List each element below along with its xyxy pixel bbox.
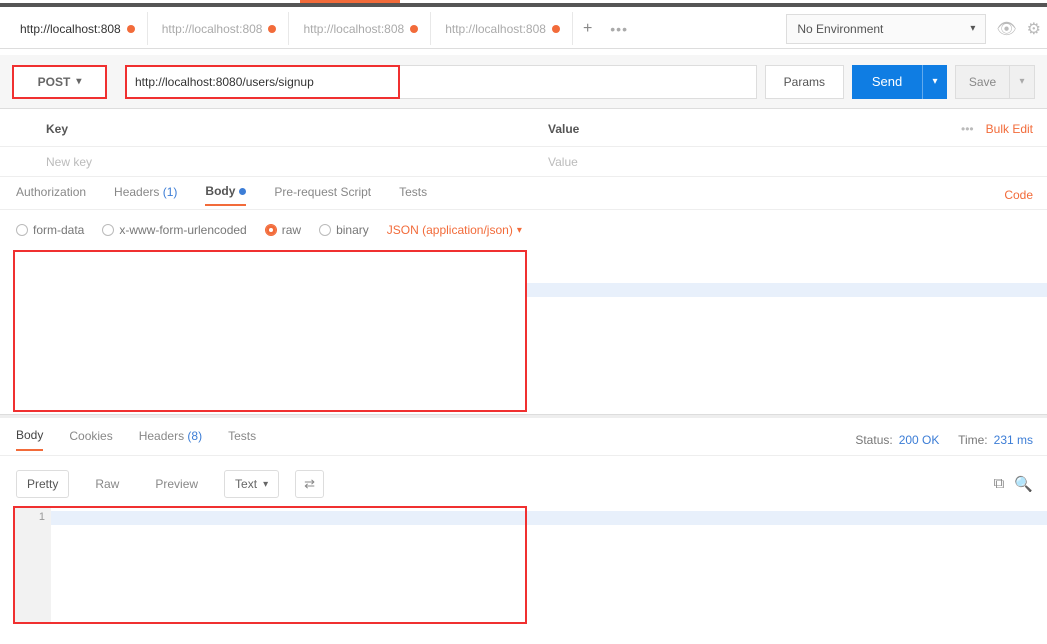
key-column-header: Key — [46, 122, 548, 136]
tab-2[interactable]: http://localhost:808 — [289, 12, 431, 45]
kv-header: Key Value ••• Bulk Edit — [0, 111, 1047, 147]
response-type-dropdown[interactable]: Text▾ — [224, 470, 279, 498]
tab-3[interactable]: http://localhost:808 — [431, 12, 573, 45]
radio-urlencoded[interactable]: x-www-form-urlencoded — [102, 223, 246, 237]
tab-headers[interactable]: Headers (1) — [114, 185, 177, 205]
params-button[interactable]: Params — [765, 65, 844, 99]
value-column-header: Value — [548, 122, 949, 136]
response-highlight-box — [13, 506, 527, 624]
status-value: 200 OK — [899, 433, 940, 447]
tab-authorization[interactable]: Authorization — [16, 185, 86, 205]
new-value-placeholder: Value — [548, 155, 1047, 169]
tab-label: http://localhost:808 — [303, 22, 404, 36]
request-bar: POST ▾ Params Send ▾ Save ▾ — [0, 55, 1047, 109]
save-dropdown[interactable]: ▾ — [1010, 65, 1035, 99]
content-type-dropdown[interactable]: JSON (application/json) ▾ — [387, 223, 522, 237]
gear-icon[interactable]: ⚙ — [1027, 19, 1041, 39]
tab-body[interactable]: Body — [205, 184, 246, 206]
tab-label: http://localhost:808 — [20, 22, 121, 36]
body-options: form-data x-www-form-urlencoded raw bina… — [0, 216, 1047, 244]
time-value: 231 ms — [994, 433, 1033, 447]
chevron-down-icon: ▾ — [517, 225, 522, 236]
request-section-tabs: Authorization Headers (1) Body Pre-reque… — [0, 180, 1047, 210]
url-bar-extent[interactable] — [400, 65, 757, 99]
view-preview[interactable]: Preview — [145, 471, 208, 497]
editor-highlight-box — [13, 250, 527, 412]
tab-label: http://localhost:808 — [445, 22, 546, 36]
kv-new-row[interactable]: New key Value — [0, 147, 1047, 177]
view-raw[interactable]: Raw — [85, 471, 129, 497]
eye-icon[interactable]: 👁 — [996, 19, 1016, 39]
status-label: Status: — [855, 433, 892, 447]
radio-icon — [265, 224, 277, 236]
divider — [0, 414, 1047, 418]
new-tab-button[interactable]: + — [573, 20, 602, 38]
tab-label: http://localhost:808 — [162, 22, 263, 36]
body-changed-dot-icon — [239, 188, 246, 195]
environment-dropdown[interactable]: No Environment ▾ — [786, 14, 986, 44]
radio-binary[interactable]: binary — [319, 223, 369, 237]
radio-form-data[interactable]: form-data — [16, 223, 84, 237]
resp-tab-headers[interactable]: Headers (8) — [139, 429, 202, 450]
response-toolbar: Pretty Raw Preview Text▾ ⇄ ⧉ 🔍 — [0, 464, 1047, 504]
code-link[interactable]: Code — [1004, 188, 1047, 202]
search-icon[interactable]: 🔍 — [1014, 475, 1033, 493]
tab-1[interactable]: http://localhost:808 — [148, 12, 290, 45]
tab-prerequest[interactable]: Pre-request Script — [274, 185, 371, 205]
send-dropdown[interactable]: ▾ — [922, 65, 947, 99]
radio-raw[interactable]: raw — [265, 223, 301, 237]
method-dropdown[interactable]: POST ▾ — [12, 65, 107, 99]
copy-icon[interactable]: ⧉ — [994, 475, 1005, 493]
wrap-icon[interactable]: ⇄ — [295, 470, 324, 498]
save-button[interactable]: Save — [955, 65, 1010, 99]
response-section-tabs: Body Cookies Headers (8) Tests Status: 2… — [0, 424, 1047, 456]
response-meta: Status: 200 OK Time: 231 ms — [855, 433, 1047, 447]
bulk-edit-link[interactable]: Bulk Edit — [986, 122, 1047, 136]
time-label: Time: — [958, 433, 988, 447]
top-toolbar: http://localhost:808 http://localhost:80… — [0, 9, 1047, 49]
chevron-down-icon: ▾ — [263, 479, 268, 490]
chevron-down-icon: ▾ — [1019, 76, 1024, 87]
radio-icon — [16, 224, 28, 236]
kv-more-button[interactable]: ••• — [949, 122, 986, 136]
unsaved-dot-icon — [410, 25, 418, 33]
resp-tab-body[interactable]: Body — [16, 428, 43, 451]
unsaved-dot-icon — [268, 25, 276, 33]
method-label: POST — [38, 75, 71, 89]
environment-label: No Environment — [797, 22, 883, 36]
radio-icon — [319, 224, 331, 236]
tab-0[interactable]: http://localhost:808 — [6, 12, 148, 45]
chevron-down-icon: ▾ — [970, 23, 975, 34]
new-key-placeholder: New key — [46, 155, 548, 169]
request-tabs: http://localhost:808 http://localhost:80… — [0, 12, 636, 45]
radio-icon — [102, 224, 114, 236]
chevron-down-icon: ▾ — [932, 76, 937, 87]
tab-tests[interactable]: Tests — [399, 185, 427, 205]
chevron-down-icon: ▾ — [76, 76, 81, 87]
tab-more-button[interactable]: ••• — [602, 21, 636, 37]
url-input[interactable] — [125, 65, 400, 99]
resp-tab-tests[interactable]: Tests — [228, 429, 256, 450]
resp-tab-cookies[interactable]: Cookies — [69, 429, 112, 450]
unsaved-dot-icon — [552, 25, 560, 33]
unsaved-dot-icon — [127, 25, 135, 33]
send-button[interactable]: Send — [852, 65, 922, 99]
view-pretty[interactable]: Pretty — [16, 470, 69, 498]
